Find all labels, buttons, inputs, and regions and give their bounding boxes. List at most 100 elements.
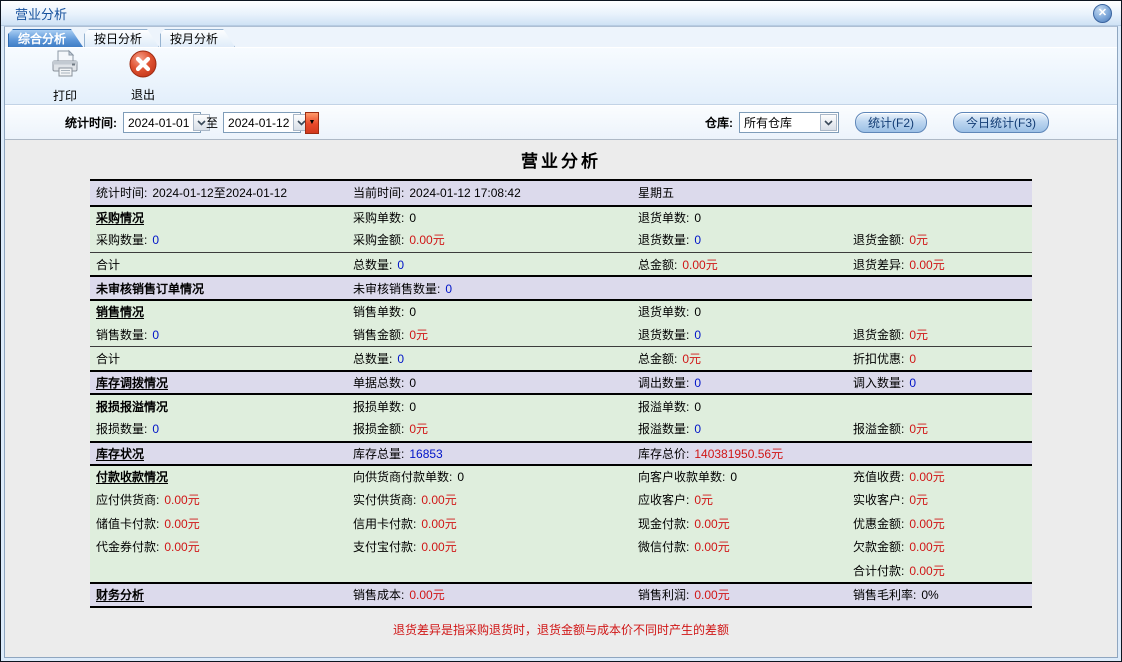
report-cell: 退货数量:0: [632, 326, 847, 343]
cell-label: 应付供货商:: [96, 493, 159, 507]
report-cell: 合计: [90, 256, 347, 273]
cell-value: 140381950.56元: [694, 447, 783, 461]
cell-label: 单据总数:: [353, 376, 404, 390]
report-cell: 合计付款:0.00元: [847, 562, 1032, 579]
report-cell: 实收客户:0元: [847, 491, 1032, 508]
report-cell: 统计时间:2024-01-12至2024-01-12: [90, 184, 347, 201]
report-row: 未审核销售订单情况未审核销售数量:0: [90, 275, 1032, 299]
cell-value: 0.00元: [694, 588, 729, 602]
report-cell: 总数量:0: [347, 256, 632, 273]
cell-label: 总数量:: [353, 258, 392, 272]
report-cell: 单据总数:0: [347, 374, 632, 391]
report-cell: 报损报溢情况: [90, 398, 347, 415]
report-footnote: 退货差异是指采购退货时，退货金额与成本价不同时产生的差额: [5, 621, 1117, 638]
report-row: 合计总数量:0总金额:0.00元退货差异:0.00元: [90, 252, 1032, 276]
cell-value: 0.00元: [409, 588, 444, 602]
warehouse-value: 所有仓库: [740, 114, 820, 131]
report-cell: 折扣优惠:0: [847, 350, 1032, 367]
report-cell: 信用卡付款:0.00元: [347, 515, 632, 532]
tab-label: 综合分析: [18, 30, 66, 47]
report-cell: 总金额: 0元: [632, 350, 847, 367]
cell-label: 报溢数量:: [638, 422, 689, 436]
cell-label: 采购单数:: [353, 211, 404, 225]
cell-value: 0元: [694, 493, 713, 507]
report-cell: 支付宝付款:0.00元: [347, 538, 632, 555]
cell-label: 报损数量:: [96, 422, 147, 436]
cell-value: 0: [730, 470, 737, 484]
report-cell: 库存调拨情况: [90, 374, 347, 391]
report-row: 采购情况采购单数:0退货单数:0: [90, 205, 1032, 229]
close-button[interactable]: ✕: [1093, 4, 1112, 23]
cell-label: 库存调拨情况: [96, 376, 168, 390]
cell-label: 财务分析: [96, 588, 144, 602]
report-cell: 退货金额: 0元: [847, 326, 1032, 343]
cell-value: 0: [457, 470, 464, 484]
cell-value: 2024-01-12至2024-01-12: [152, 186, 287, 200]
tab-daily-analysis[interactable]: 按日分析: [84, 29, 159, 47]
cell-label: 向客户收款单数:: [638, 470, 725, 484]
cell-label: 报溢单数:: [638, 400, 689, 414]
report-row: 报损数量:0报损金额:0元报溢数量:0报溢金额:0元: [90, 417, 1032, 441]
cell-label: 采购数量:: [96, 233, 147, 247]
report-cell: 销售毛利率:0%: [847, 586, 1032, 603]
cell-label: 优惠金额:: [853, 517, 904, 531]
report-row: 代金券付款:0.00元支付宝付款:0.00元微信付款:0.00元欠款金额:0.0…: [90, 535, 1032, 559]
cell-value: 0.00元: [409, 233, 444, 247]
print-button[interactable]: 打印: [43, 48, 87, 104]
tab-monthly-analysis[interactable]: 按月分析: [160, 29, 235, 47]
report-cell: 调出数量:0: [632, 374, 847, 391]
cell-value: 0元: [909, 328, 928, 342]
stat-button[interactable]: 统计(F2): [855, 112, 927, 133]
cell-label: 充值收费:: [853, 470, 904, 484]
exit-icon: [128, 49, 158, 84]
report-row: 库存调拨情况单据总数:0调出数量:0调入数量:0: [90, 370, 1032, 394]
report-cell: 财务分析: [90, 586, 347, 603]
date-picker-button[interactable]: ▼: [305, 112, 319, 134]
to-label: 至: [206, 114, 218, 131]
report-cell: 未审核销售订单情况: [90, 280, 347, 297]
cell-value: 0: [694, 422, 701, 436]
cell-label: 退货差异:: [853, 258, 904, 272]
tab-comprehensive-analysis[interactable]: 综合分析: [8, 29, 83, 47]
cell-value: 0元: [682, 352, 701, 366]
cell-value: 0: [152, 328, 159, 342]
warehouse-select[interactable]: 所有仓库: [739, 112, 839, 133]
cell-value: 0.00元: [421, 493, 456, 507]
report-row: 库存状况库存总量:16853库存总价:140381950.56元: [90, 441, 1032, 465]
date-from-value: 2024-01-01: [124, 116, 193, 130]
report-row: 付款收款情况向供货商付款单数:0向客户收款单数:0充值收费:0.00元: [90, 464, 1032, 488]
report-area: 营业分析 统计时间:2024-01-12至2024-01-12当前时间:2024…: [5, 140, 1117, 657]
cell-label: 退货金额:: [853, 328, 904, 342]
report-cell: 未审核销售数量:0: [347, 280, 632, 297]
chevron-down-icon[interactable]: [820, 114, 837, 131]
report-cell: 当前时间:2024-01-12 17:08:42: [347, 184, 632, 201]
cell-value: 0: [409, 400, 416, 414]
cell-label: 向供货商付款单数:: [353, 470, 452, 484]
cell-label: 销售数量:: [96, 328, 147, 342]
cell-label: 报损单数:: [353, 400, 404, 414]
exit-button[interactable]: 退出: [121, 49, 165, 103]
report-cell: 报损金额:0元: [347, 420, 632, 437]
tab-label: 按日分析: [94, 30, 142, 47]
report-cell: 向供货商付款单数: 0: [347, 468, 632, 485]
warehouse-label: 仓库:: [705, 114, 733, 131]
cell-label: 退货单数:: [638, 211, 689, 225]
report-cell: 微信付款:0.00元: [632, 538, 847, 555]
cell-label: 应收客户:: [638, 493, 689, 507]
cell-label: 销售利润:: [638, 588, 689, 602]
report-row: 合计付款:0.00元: [90, 559, 1032, 583]
report-cell: 库存总价:140381950.56元: [632, 445, 847, 462]
report-cell: 退货单数: 0: [632, 209, 847, 226]
cell-label: 合计付款:: [853, 564, 904, 578]
cell-value: 0.00元: [909, 470, 944, 484]
cell-label: 总金额:: [638, 352, 677, 366]
cell-label: 退货单数:: [638, 305, 689, 319]
date-to-select[interactable]: 2024-01-12: [223, 112, 301, 133]
today-stat-button[interactable]: 今日统计(F3): [953, 112, 1049, 133]
cell-value: 0: [694, 211, 701, 225]
report-cell: 向客户收款单数: 0: [632, 468, 847, 485]
cell-value: 0: [445, 282, 452, 296]
report-cell: 应收客户: 0元: [632, 491, 847, 508]
date-from-select[interactable]: 2024-01-01: [123, 112, 201, 133]
cell-value: 16853: [409, 447, 442, 461]
